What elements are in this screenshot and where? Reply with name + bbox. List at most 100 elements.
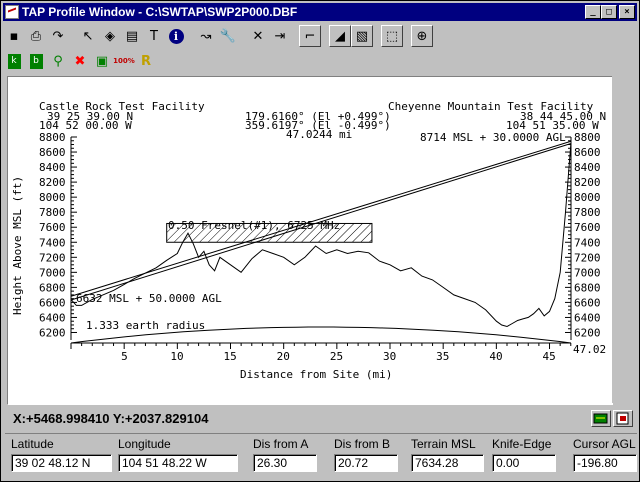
y-tick-label-left: 7200 [39, 251, 66, 264]
field-label: Latitude [11, 437, 54, 451]
zoom-icon: ⚲ [53, 53, 63, 69]
y-tick-label-left: 8800 [39, 131, 66, 144]
text-tool-icon: T [150, 28, 158, 44]
y-tick-label-right: 7400 [574, 236, 601, 249]
right-panel [612, 76, 628, 403]
y-tick-label-left: 6400 [39, 311, 66, 324]
delete-icon: ✖ [74, 53, 86, 69]
route-button[interactable]: ↝ [195, 25, 217, 47]
wrench-icon: 🔧 [219, 28, 237, 44]
close-button[interactable]: × [619, 5, 635, 19]
app-icon [5, 5, 19, 19]
x-tick-label: 10 [170, 350, 183, 363]
field-label: Knife-Edge [492, 437, 552, 451]
site-a-icon: k [7, 53, 21, 69]
cursor-tool-button[interactable]: ⬚ [381, 25, 403, 47]
x-tick-label: 5 [121, 350, 128, 363]
field-value[interactable]: 39 02 48.12 N [11, 454, 112, 472]
edit-tool-icon: ▤ [125, 28, 139, 44]
y-tick-label-right: 6800 [574, 281, 601, 294]
wrench-button[interactable]: 🔧 [217, 25, 239, 47]
window-title: TAP Profile Window - C:\SWTAP\SWP2P000.D… [22, 5, 298, 19]
field-label: Cursor AGL [573, 437, 636, 451]
fresnel-label: 0.50 Fresnel(#1), 6725 MHz [168, 219, 340, 232]
x-tick-label: 40 [489, 350, 502, 363]
x-axis-label: Distance from Site (mi) [240, 368, 392, 381]
site-a-button[interactable]: k [3, 50, 25, 72]
x-tick-label: 20 [277, 350, 290, 363]
zoom-100-button[interactable]: 100% [113, 50, 135, 72]
fill-button[interactable]: ◈ [99, 25, 121, 47]
field-label: Dis from B [334, 437, 391, 451]
field-label: Longitude [118, 437, 171, 451]
y-tick-label-right: 6400 [574, 311, 601, 324]
title-bar[interactable]: TAP Profile Window - C:\SWTAP\SWP2P000.D… [3, 3, 637, 21]
zoom-button[interactable]: ⚲ [47, 50, 69, 72]
y-tick-label-left: 6600 [39, 296, 66, 309]
profile-plot-area[interactable]: 6200 6200 6400 6400 6600 6600 6800 6800 7000 7000… [7, 76, 613, 405]
pointer-icon: ↖ [82, 28, 94, 44]
edit-tool-button[interactable]: ▤ [121, 25, 143, 47]
profile-chart[interactable]: 6200 6200 6400 6400 6600 6600 6800 6800 7000 7000… [8, 77, 612, 404]
minimize-button[interactable]: _ [585, 5, 601, 19]
y-tick-label-right: 8600 [574, 146, 601, 159]
secondary-toolbar: k b ⚲ ✖ ▣ 100% R [3, 49, 157, 73]
earth-radius-label: 1.333 earth radius [86, 319, 205, 332]
y-tick-label-right: 8400 [574, 161, 601, 174]
delete-button[interactable]: ✖ [69, 50, 91, 72]
y-tick-label-left: 7000 [39, 266, 66, 279]
close-x-button[interactable]: ✕ [247, 25, 269, 47]
text-tool-button[interactable]: T [143, 25, 165, 47]
y-tick-label-left: 8200 [39, 176, 66, 189]
maximize-button[interactable]: □ [601, 5, 617, 19]
pointer-button[interactable]: ↖ [77, 25, 99, 47]
site-a-antenna: 6632 MSL + 50.0000 AGL [76, 292, 222, 305]
field-value[interactable]: 26.30 [253, 454, 317, 472]
info-button[interactable]: i [165, 25, 187, 47]
y-tick-label-right: 8200 [574, 176, 601, 189]
zoom-100-icon: 100% [113, 57, 135, 65]
main-toolbar: ▪ ⎙ ↷ ↖ ◈ ▤ Ti ↝ 🔧 ✕ ⇥ ⌐ ◢ ▧ ⬚ ⊕ [3, 24, 433, 48]
y-tick-label-left: 8000 [39, 191, 66, 204]
close-x-icon: ✕ [252, 28, 264, 44]
redo-icon: ↷ [52, 28, 64, 44]
profile-fill-button[interactable]: ◢ [329, 25, 351, 47]
refraction-button[interactable]: R [135, 50, 157, 72]
y-axis-label: Height Above MSL (ft) [11, 176, 24, 315]
x-tick-label: 45 [543, 350, 556, 363]
y-tick-label-right: 7800 [574, 206, 601, 219]
y-tick-label-left: 7600 [39, 221, 66, 234]
profile-green-button[interactable]: ⌐ [299, 25, 321, 47]
site-b-button[interactable]: b [25, 50, 47, 72]
report-view-button[interactable] [613, 410, 633, 427]
field-dis-from-a: Dis from A 26.30 [253, 437, 317, 472]
exit-button[interactable]: ⇥ [269, 25, 291, 47]
route-icon: ↝ [200, 28, 212, 44]
field-longitude: Longitude 104 51 48.22 W [118, 437, 238, 472]
redo-button[interactable]: ↷ [47, 25, 69, 47]
field-latitude: Latitude 39 02 48.12 N [11, 437, 112, 472]
field-value[interactable]: -196.80 [573, 454, 637, 472]
crosshair-button[interactable]: ⊕ [411, 25, 433, 47]
obstruction-button[interactable]: ▣ [91, 50, 113, 72]
refraction-icon: R [140, 53, 151, 69]
map-view-button[interactable] [591, 410, 611, 427]
y-tick-label-right: 6600 [574, 296, 601, 309]
save-button[interactable]: ▪ [3, 25, 25, 47]
y-tick-label-right: 7200 [574, 251, 601, 264]
y-tick-label-left: 7400 [39, 236, 66, 249]
field-value[interactable]: 7634.28 [411, 454, 484, 472]
profile-hatch-button[interactable]: ▧ [351, 25, 373, 47]
site-a-lon: 104 52 00.00 W [39, 119, 132, 132]
field-value[interactable]: 0.00 [492, 454, 556, 472]
x-tick-label: 30 [383, 350, 396, 363]
field-label: Dis from A [253, 437, 309, 451]
site-b-icon: b [29, 53, 43, 69]
print-button[interactable]: ⎙ [25, 25, 47, 47]
field-value[interactable]: 20.72 [334, 454, 398, 472]
y-tick-label-right: 7600 [574, 221, 601, 234]
info-icon: i [168, 28, 184, 44]
x-tick-label: 15 [224, 350, 237, 363]
field-value[interactable]: 104 51 48.22 W [118, 454, 238, 472]
y-tick-label-left: 8400 [39, 161, 66, 174]
